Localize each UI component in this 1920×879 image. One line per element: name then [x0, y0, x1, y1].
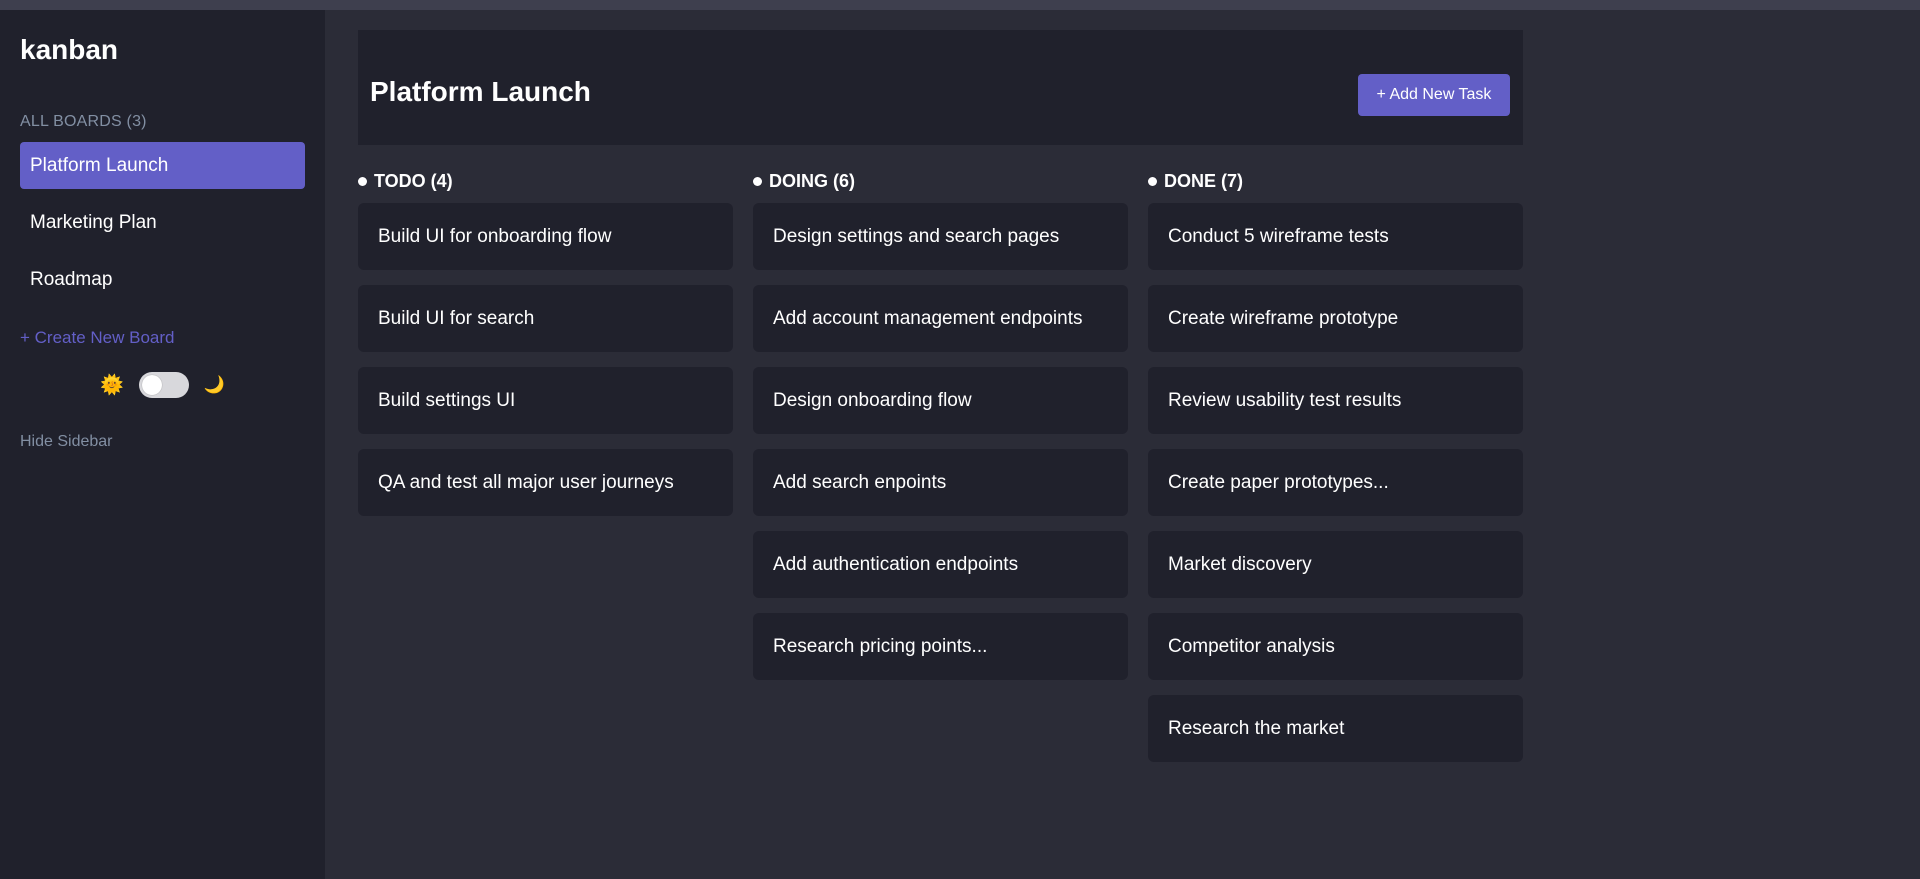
task-card[interactable]: Create wireframe prototype — [1148, 285, 1523, 352]
column-header: DONE (7) — [1148, 168, 1523, 194]
board-item-platform-launch[interactable]: Platform Launch — [20, 142, 305, 189]
column-title: DOING (6) — [769, 170, 856, 191]
toggle-knob — [141, 375, 162, 395]
task-card[interactable]: Add account management endpoints — [753, 285, 1128, 352]
board-item-marketing-plan[interactable]: Marketing Plan — [20, 199, 305, 246]
theme-toggle-row: 🌞 🌙 — [100, 370, 225, 400]
column-dot-icon — [753, 176, 762, 186]
theme-toggle-switch[interactable] — [138, 372, 189, 398]
column-doing: DOING (6) Design settings and search pag… — [753, 168, 1128, 695]
sidebar: kanban ALL BOARDS (3) Platform Launch Ma… — [0, 10, 325, 879]
column-title: TODO (4) — [374, 170, 453, 191]
task-card[interactable]: Conduct 5 wireframe tests — [1148, 203, 1523, 270]
app-logo: kanban — [20, 34, 119, 65]
task-card[interactable]: Research pricing points... — [753, 613, 1128, 680]
board-list: Platform Launch Marketing Plan Roadmap — [20, 142, 305, 313]
column-dot-icon — [358, 176, 367, 186]
add-new-task-button[interactable]: + Add New Task — [1358, 74, 1510, 116]
task-card[interactable]: Market discovery — [1148, 531, 1523, 598]
task-card[interactable]: Research the market — [1148, 695, 1523, 762]
page-title: Platform Launch — [370, 76, 591, 107]
task-card[interactable]: Build settings UI — [358, 367, 733, 434]
column-header: DOING (6) — [753, 168, 1128, 194]
all-boards-heading: ALL BOARDS (3) — [20, 113, 147, 130]
hide-sidebar-button[interactable]: Hide Sidebar — [20, 433, 113, 451]
task-card[interactable]: Review usability test results — [1148, 367, 1523, 434]
task-card[interactable]: Add search enpoints — [753, 449, 1128, 516]
column-done: DONE (7) Conduct 5 wireframe tests Creat… — [1148, 168, 1523, 777]
column-title: DONE (7) — [1164, 170, 1244, 191]
task-card[interactable]: Create paper prototypes... — [1148, 449, 1523, 516]
board-item-roadmap[interactable]: Roadmap — [20, 256, 305, 303]
column-todo: TODO (4) Build UI for onboarding flow Bu… — [358, 168, 733, 531]
board-header: Platform Launch + Add New Task — [358, 30, 1523, 145]
task-card[interactable]: Design onboarding flow — [753, 367, 1128, 434]
column-header: TODO (4) — [358, 168, 733, 194]
task-card[interactable]: Design settings and search pages — [753, 203, 1128, 270]
column-dot-icon — [1148, 176, 1157, 186]
task-card[interactable]: Competitor analysis — [1148, 613, 1523, 680]
task-card[interactable]: Add authentication endpoints — [753, 531, 1128, 598]
sun-icon: 🌞 — [100, 375, 124, 396]
moon-icon: 🌙 — [203, 375, 225, 394]
create-new-board-button[interactable]: + Create New Board — [20, 328, 175, 348]
browser-top-strip — [0, 0, 1920, 10]
task-card[interactable]: QA and test all major user journeys — [358, 449, 733, 516]
task-card[interactable]: Build UI for search — [358, 285, 733, 352]
task-card[interactable]: Build UI for onboarding flow — [358, 203, 733, 270]
